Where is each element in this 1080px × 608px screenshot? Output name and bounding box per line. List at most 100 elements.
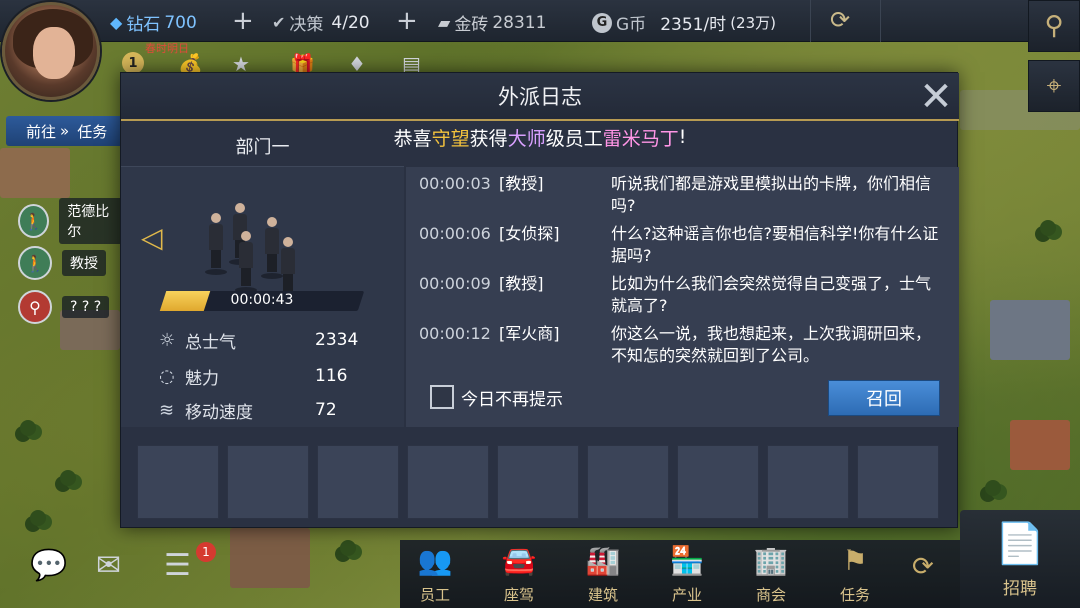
reward-slot[interactable] bbox=[317, 445, 399, 519]
map-tree bbox=[60, 470, 76, 486]
document-icon: 📄 bbox=[995, 521, 1045, 567]
flag-icon: ⚑ bbox=[842, 544, 868, 577]
staff-status-3[interactable]: ⚲ ? ? ? bbox=[18, 290, 126, 324]
double-chevron-icon: » bbox=[60, 122, 70, 140]
announce-mid2: 级员工 bbox=[545, 127, 603, 150]
staff-name: ? ? ? bbox=[62, 296, 110, 318]
level-badge[interactable]: 1 bbox=[122, 52, 144, 74]
staff-figure bbox=[235, 231, 257, 293]
log-text: 什么?这种谣言你也信?要相信科学!你有什么证据吗? bbox=[611, 224, 939, 265]
stat-speed: ≋ 移动速度 72 bbox=[159, 397, 399, 423]
log-entry: 00:00:09 [教授] 比如为什么我们会突然觉得自己变强了，士气就高了? bbox=[419, 273, 949, 317]
previous-department-arrow-icon[interactable]: ◁ bbox=[141, 221, 163, 254]
nav-chamber[interactable]: 🏢 商会 bbox=[736, 540, 806, 608]
chat-bubble-icon: 💬 bbox=[30, 548, 68, 583]
shop-icon: 🏪 bbox=[669, 544, 705, 577]
stat-label: 魅力 bbox=[185, 368, 219, 389]
log-entry: 00:00:03 [教授] 听说我们都是游戏里模拟出的卡牌，你们相信吗? bbox=[419, 173, 949, 217]
goto-label: 前往 bbox=[26, 122, 57, 141]
nav-employees[interactable]: 👥 员工 bbox=[400, 540, 470, 608]
announce-mid: 获得 bbox=[469, 127, 508, 150]
reward-slot[interactable] bbox=[677, 445, 759, 519]
diamond-icon: ◆ bbox=[110, 13, 123, 32]
map-tree bbox=[20, 420, 36, 436]
stat-label: 移动速度 bbox=[185, 402, 253, 423]
gcoin-icon: G bbox=[592, 12, 612, 33]
checkmark-icon: ✔ bbox=[272, 13, 286, 32]
stat-charm: ◌ 魅力 116 bbox=[159, 363, 399, 389]
unknown-staff-icon: ⚲ bbox=[18, 290, 52, 324]
staff-figure bbox=[277, 237, 299, 299]
top-resource-bar: ◆ 钻石 700 + ✔ 决策 4/20 + ▰ 金砖 28311 G G币 2… bbox=[0, 0, 1080, 42]
recruit-button[interactable]: 📄 招聘 bbox=[960, 510, 1080, 608]
nav-buildings[interactable]: 🏭 建筑 bbox=[568, 540, 638, 608]
gcoin-total: (23万) bbox=[730, 14, 776, 32]
shoe-icon: ≋ bbox=[159, 399, 175, 421]
log-entry: 00:00:12 [军火商] 你这么一说，我也想起来，上次我调研回来，不知怎的突… bbox=[419, 323, 949, 367]
staff-status-1[interactable]: 🚶 范德比尔 bbox=[18, 198, 126, 244]
nav-industry[interactable]: 🏪 产业 bbox=[652, 540, 722, 608]
gold-resource: ▰ 金砖 28311 bbox=[438, 10, 547, 36]
map-building bbox=[230, 528, 310, 588]
log-speaker: [教授] bbox=[499, 274, 544, 293]
map-building bbox=[1010, 420, 1070, 470]
reward-slot[interactable] bbox=[407, 445, 489, 519]
search-button[interactable]: ⚲ bbox=[1028, 0, 1080, 52]
dont-show-today-label[interactable]: 今日不再提示 bbox=[461, 385, 563, 410]
log-time: 00:00:03 bbox=[419, 174, 491, 193]
gcoin-rate: 2351/时 bbox=[660, 15, 727, 35]
car-icon: 🚘 bbox=[501, 544, 537, 577]
envelope-icon: ✉ bbox=[96, 548, 122, 583]
reward-slot[interactable] bbox=[767, 445, 849, 519]
department-title: 部门一 bbox=[235, 137, 290, 158]
reward-slot[interactable] bbox=[587, 445, 669, 519]
dispatch-timer: 00:00:43 bbox=[230, 292, 294, 308]
player-avatar[interactable] bbox=[2, 2, 100, 100]
log-entry: 00:00:06 [女侦探] 什么?这种谣言你也信?要相信科学!你有什么证据吗? bbox=[419, 223, 949, 267]
diamond-resource[interactable]: ◆ 钻石 700 bbox=[110, 10, 197, 36]
dispatch-log-dialog: 外派日志 ✕ 恭喜 守望 获得 大师 级员工 雷米马丁 ! 部门一 ◁ 00:0… bbox=[120, 72, 959, 528]
location-button[interactable]: ⌖ bbox=[1028, 60, 1080, 112]
add-diamond-button[interactable]: + bbox=[232, 6, 254, 36]
rotate-icon[interactable]: ⟳ bbox=[912, 552, 934, 582]
dispatched-staff-figures bbox=[201, 197, 321, 299]
reward-slot[interactable] bbox=[227, 445, 309, 519]
bottom-nav-bar: 👥 员工 🚘 座驾 🏭 建筑 🏪 产业 🏢 商会 ⚑ 任务 bbox=[400, 540, 960, 608]
gcoin-resource: G G币 2351/时 (23万) bbox=[592, 10, 776, 35]
charm-icon: ◌ bbox=[159, 365, 175, 387]
topbar-divider bbox=[880, 0, 881, 42]
dialog-header: 外派日志 ✕ bbox=[121, 73, 959, 121]
lightbulb-icon: ☼ bbox=[159, 329, 176, 351]
mail-button[interactable]: ✉ bbox=[96, 548, 121, 583]
message-list-button[interactable]: ☰ bbox=[164, 548, 191, 583]
refresh-icon[interactable]: ⟳ bbox=[830, 6, 850, 34]
decision-resource: ✔ 决策 4/20 bbox=[272, 10, 370, 36]
map-tree bbox=[30, 510, 46, 526]
employees-icon: 👥 bbox=[417, 544, 453, 577]
staff-status-2[interactable]: 🚶 教授 bbox=[18, 246, 126, 280]
factory-icon: 🏭 bbox=[585, 544, 621, 577]
gold-label: 金砖 bbox=[454, 15, 489, 35]
log-time: 00:00:06 bbox=[419, 224, 491, 243]
dont-show-today-checkbox[interactable] bbox=[430, 385, 454, 409]
location-pin-icon: ⌖ bbox=[1046, 70, 1062, 101]
chat-button[interactable]: 💬 bbox=[30, 548, 67, 583]
close-icon: ✕ bbox=[919, 74, 953, 120]
goto-task-bar[interactable]: 前往 » 任务 bbox=[6, 116, 126, 146]
reward-slot[interactable] bbox=[137, 445, 219, 519]
nav-label: 商会 bbox=[755, 586, 786, 604]
gold-value: 28311 bbox=[492, 12, 547, 33]
nav-tasks[interactable]: ⚑ 任务 bbox=[820, 540, 890, 608]
reward-slot[interactable] bbox=[857, 445, 939, 519]
map-building bbox=[990, 300, 1070, 360]
map-tree bbox=[1040, 220, 1056, 236]
log-speaker: [军火商] bbox=[499, 324, 560, 343]
gold-brick-icon: ▰ bbox=[438, 13, 451, 32]
add-decision-button[interactable]: + bbox=[396, 6, 418, 36]
reward-slot[interactable] bbox=[497, 445, 579, 519]
walking-icon: 🚶 bbox=[18, 204, 50, 238]
recall-button[interactable]: 召回 bbox=[828, 380, 940, 416]
map-building bbox=[0, 148, 70, 198]
close-button[interactable]: ✕ bbox=[917, 77, 955, 117]
nav-car[interactable]: 🚘 座驾 bbox=[484, 540, 554, 608]
